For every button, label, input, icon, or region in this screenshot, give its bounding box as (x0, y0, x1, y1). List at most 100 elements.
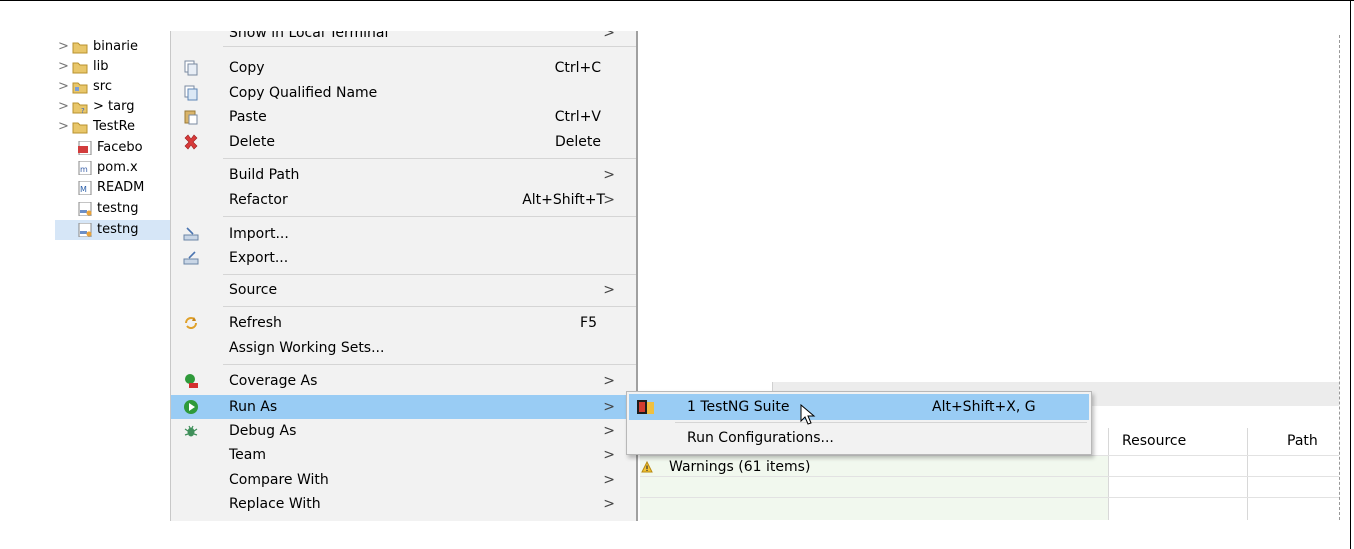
coverage-icon (185, 374, 198, 388)
menu-separator (223, 216, 636, 217)
submenu-arrow-icon: > (603, 31, 615, 41)
menu-item-delete[interactable]: Delete Delete (171, 130, 636, 154)
chevron-right-icon[interactable]: > (58, 97, 69, 117)
menu-item-copy-qualified-name[interactable]: Copy Qualified Name (171, 81, 636, 105)
menu-item-label: Paste (229, 109, 267, 125)
tree-item-lib[interactable]: > lib (55, 57, 175, 77)
menu-item-label: Build Path (229, 167, 300, 183)
menu-item-run-as[interactable]: Run As > (171, 395, 636, 419)
tree-item-label: Facebo (97, 140, 143, 155)
grid-line (640, 497, 1339, 498)
submenu-arrow-icon: > (603, 472, 615, 488)
tree-item-label: src (93, 79, 112, 94)
chevron-right-icon[interactable]: > (58, 117, 69, 137)
menu-item-shortcut: Ctrl+V (554, 109, 601, 125)
tree-item-pom[interactable]: m pom.x (55, 158, 175, 178)
tree-item-label: TestRe (93, 119, 136, 134)
chevron-right-icon[interactable]: > (58, 57, 69, 77)
menu-item-replace-with[interactable]: Replace With > (171, 492, 636, 516)
column-header-resource[interactable]: Resource (1122, 428, 1187, 454)
menu-item-assign-working-sets[interactable]: Assign Working Sets... (171, 336, 636, 360)
submenu-arrow-icon: > (603, 373, 615, 389)
menu-separator (675, 422, 1087, 423)
warnings-label: Warnings (61 items) (669, 459, 811, 475)
menu-item-shortcut: Delete (555, 134, 601, 150)
menu-item-coverage-as[interactable]: Coverage As > (171, 369, 636, 393)
menu-item-paste[interactable]: Paste Ctrl+V (171, 105, 636, 129)
tree-item-label: lib (93, 59, 109, 74)
column-header-path[interactable]: Path (1287, 428, 1318, 454)
submenu-arrow-icon: > (603, 192, 615, 208)
tree-item-label: testng (97, 201, 139, 216)
menu-item-label: Team (229, 447, 267, 463)
menu-item-team[interactable]: Team > (171, 443, 636, 467)
menu-item-label: Refactor (229, 192, 288, 208)
tree-item-facebook[interactable]: Facebo (55, 138, 175, 158)
menu-item-label: Import... (229, 226, 289, 242)
refresh-icon (185, 317, 197, 329)
tree-item-testng-2[interactable]: testng (55, 220, 175, 240)
menu-item-copy[interactable]: Copy Ctrl+C (171, 56, 636, 80)
menu-item-show-in-local-terminal[interactable]: Show in Local Terminal > (171, 31, 636, 45)
menu-separator (223, 274, 636, 275)
submenu-item-label: Run Configurations... (687, 430, 834, 446)
tree-item-binaries[interactable]: > binarie (55, 37, 175, 57)
copy-qualified-icon (184, 85, 198, 101)
menu-item-export[interactable]: Export... (171, 246, 636, 270)
menu-item-label: Show in Local Terminal (229, 31, 389, 41)
column-separator (1108, 428, 1109, 520)
menu-item-debug-as[interactable]: Debug As > (171, 419, 636, 443)
tree-item-testresources[interactable]: > TestRe (55, 117, 175, 137)
svg-text:M: M (80, 185, 87, 194)
menu-item-import[interactable]: Import... (171, 222, 636, 246)
pdf-file-icon (78, 141, 92, 155)
submenu-item-testng-suite[interactable]: 1 TestNG Suite Alt+Shift+X, G (629, 394, 1089, 420)
maven-file-icon: m (78, 161, 92, 175)
menu-item-refactor[interactable]: Refactor Alt+Shift+T > (171, 188, 636, 212)
source-folder-icon (72, 82, 88, 94)
menu-item-refresh[interactable]: Refresh F5 (171, 311, 636, 335)
export-icon (183, 251, 199, 265)
tree-item-src[interactable]: > src (55, 77, 175, 97)
tree-item-target[interactable]: > ? > targ (55, 97, 175, 117)
menu-item-label: Delete (229, 134, 275, 150)
import-icon (183, 227, 199, 241)
tree-item-label: testng (97, 222, 139, 237)
submenu-item-run-configurations[interactable]: Run Configurations... (629, 425, 1089, 451)
svg-text:?: ? (81, 107, 85, 114)
chevron-right-icon[interactable]: > (58, 77, 69, 97)
tree-item-readme[interactable]: M READM (55, 178, 175, 198)
submenu-arrow-icon: > (603, 447, 615, 463)
menu-item-label: Refresh (229, 315, 282, 331)
column-separator (1247, 428, 1248, 520)
menu-separator (223, 46, 636, 47)
svg-text:m: m (80, 165, 88, 174)
menu-item-compare-with[interactable]: Compare With > (171, 468, 636, 492)
menu-item-label: Coverage As (229, 373, 318, 389)
menu-item-label: Source (229, 282, 278, 298)
folder-icon (72, 62, 88, 74)
menu-item-label: Copy (229, 60, 265, 76)
menu-separator (223, 306, 636, 307)
mouse-cursor-icon (800, 404, 816, 425)
markdown-file-icon: M (78, 181, 92, 195)
copy-icon (184, 60, 198, 76)
chevron-right-icon[interactable]: > (58, 37, 69, 57)
menu-item-label: Run As (229, 399, 278, 415)
submenu-arrow-icon: > (603, 399, 615, 415)
submenu-arrow-icon: > (603, 496, 615, 512)
tree-item-label: binarie (93, 39, 139, 54)
menu-item-label: Replace With (229, 496, 321, 512)
menu-item-label: Export... (229, 250, 289, 266)
submenu-item-label: 1 TestNG Suite (687, 399, 790, 415)
menu-item-build-path[interactable]: Build Path > (171, 163, 636, 187)
editor-area (640, 35, 1340, 380)
menu-separator (223, 364, 636, 365)
tree-item-label: READM (97, 180, 145, 195)
tree-item-label: > targ (93, 99, 135, 114)
folder-icon (72, 122, 88, 134)
tree-item-label: pom.x (97, 160, 138, 175)
menu-item-label: Copy Qualified Name (229, 85, 378, 101)
tree-item-testng-1[interactable]: testng (55, 199, 175, 219)
menu-item-source[interactable]: Source > (171, 278, 636, 302)
